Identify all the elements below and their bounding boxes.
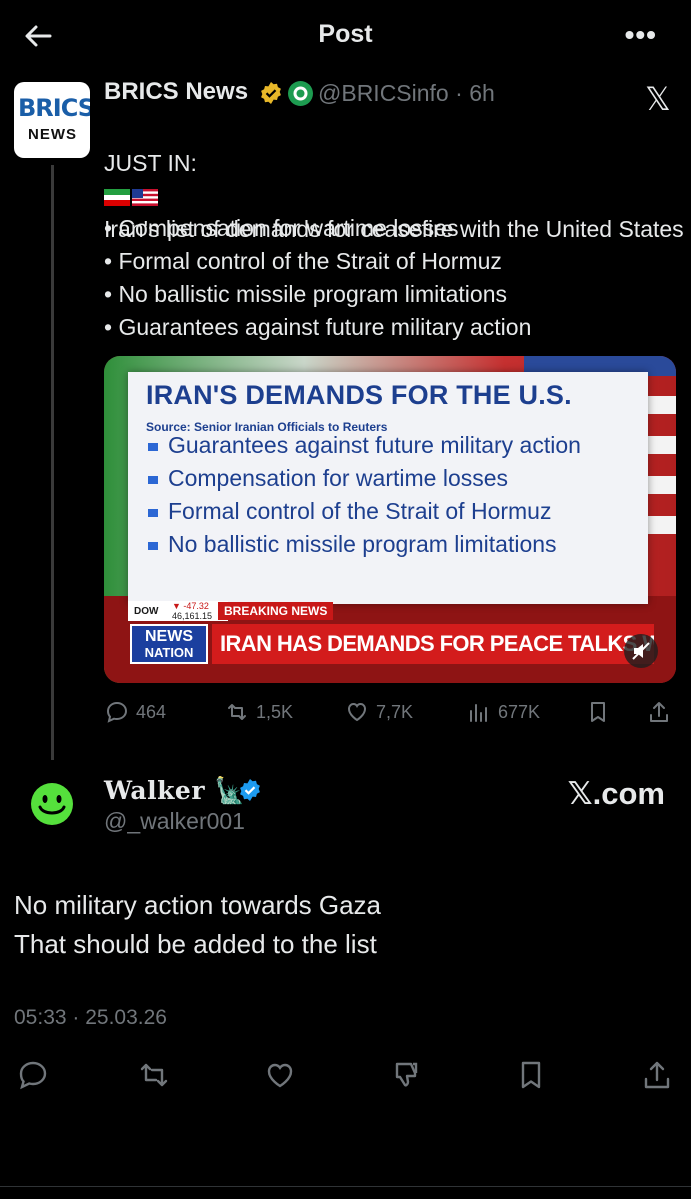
bullet-list: • Compensation for wartime losses • Form… bbox=[104, 212, 684, 344]
like-icon bbox=[347, 702, 367, 722]
network-line-2: NATION bbox=[144, 645, 194, 660]
reply-author-text: Walker bbox=[104, 776, 205, 805]
repost-button[interactable] bbox=[137, 1058, 171, 1092]
divider bbox=[0, 1186, 691, 1187]
card-list-item: Compensation for wartime losses bbox=[146, 465, 646, 491]
bullet-item: • Guarantees against future military act… bbox=[104, 314, 532, 340]
ticker-label: DOW bbox=[134, 606, 159, 617]
more-options-button[interactable]: ••• bbox=[625, 21, 657, 49]
breaking-news-label: BREAKING NEWS bbox=[218, 602, 334, 620]
share-icon bbox=[644, 1061, 670, 1089]
network-line-1: NEWS bbox=[145, 628, 193, 645]
smiley-avatar[interactable] bbox=[30, 782, 74, 826]
us-flag-icon bbox=[132, 189, 158, 207]
bullet-item: • Compensation for wartime losses bbox=[104, 215, 459, 241]
card-list: Guarantees against future military actio… bbox=[146, 432, 646, 564]
quoted-handle[interactable]: @BRICSinfo bbox=[318, 80, 449, 106]
verified-blue-icon bbox=[240, 779, 260, 801]
card-list-item: No ballistic missile program limitations bbox=[146, 531, 646, 557]
repost-action[interactable]: 1,5K bbox=[224, 698, 293, 726]
stock-ticker: DOW ▼ -47.32 46,161.15 bbox=[128, 601, 228, 621]
share-button[interactable] bbox=[640, 1058, 674, 1092]
avatar-logo-top: BRICS bbox=[18, 94, 90, 122]
repost-count: 1,5K bbox=[256, 701, 294, 722]
views-icon bbox=[470, 704, 487, 722]
quoted-time[interactable]: 6h bbox=[469, 80, 495, 106]
news-nation-logo: NEWS NATION bbox=[130, 624, 208, 664]
reply-timestamp[interactable]: 05:33 · 25.03.26 bbox=[14, 1006, 167, 1030]
reply-button[interactable] bbox=[16, 1058, 50, 1092]
views-count: 677K bbox=[498, 701, 541, 722]
reply-handle[interactable]: @_walker001 bbox=[104, 808, 245, 835]
ticker-change: ▼ -47.32 bbox=[172, 601, 209, 611]
dislike-icon bbox=[395, 1062, 418, 1087]
more-icon: ••• bbox=[624, 19, 657, 50]
bookmark-action[interactable] bbox=[585, 698, 611, 726]
reply-icon bbox=[106, 701, 128, 723]
repost-icon bbox=[228, 704, 246, 720]
news-banner: IRAN HAS DEMANDS FOR PEACE TALKS WITH U.… bbox=[212, 624, 654, 664]
mute-icon bbox=[632, 642, 650, 660]
bullet-item: • Formal control of the Strait of Hormuz bbox=[104, 248, 502, 274]
repost-icon bbox=[140, 1063, 168, 1087]
avatar-logo-bottom: NEWS bbox=[28, 126, 77, 143]
views-action[interactable]: 677K bbox=[466, 698, 540, 726]
card-list-item: Formal control of the Strait of Hormuz bbox=[146, 498, 646, 524]
demands-card: IRAN'S DEMANDS FOR THE U.S. Source: Seni… bbox=[128, 372, 648, 604]
quoted-author-name[interactable]: BRICS News bbox=[104, 78, 248, 106]
separator-dot: · bbox=[455, 80, 463, 106]
reply-action[interactable]: 464 bbox=[104, 698, 166, 726]
card-title: IRAN'S DEMANDS FOR THE U.S. bbox=[146, 380, 572, 410]
mute-button[interactable] bbox=[624, 634, 658, 668]
text-prefix: JUST IN: bbox=[104, 150, 197, 176]
brics-avatar[interactable]: BRICS NEWS bbox=[14, 82, 90, 158]
bookmark-icon bbox=[591, 702, 605, 722]
verified-gold-icon bbox=[261, 82, 281, 104]
bullet-item: • No ballistic missile program limitatio… bbox=[104, 281, 507, 307]
reply-count: 464 bbox=[136, 701, 167, 722]
thread-line bbox=[51, 165, 54, 760]
page-title: Post bbox=[318, 20, 373, 48]
affiliate-icon[interactable] bbox=[288, 81, 313, 106]
iran-flag-icon bbox=[104, 189, 130, 207]
reply-text: No military action towards Gaza That sho… bbox=[14, 890, 382, 959]
like-action[interactable]: 7,7K bbox=[344, 698, 413, 726]
like-button[interactable] bbox=[263, 1058, 297, 1092]
quoted-handle-time[interactable]: @BRICSinfo · 6h bbox=[318, 80, 495, 107]
share-icon bbox=[650, 702, 668, 722]
x-com-watermark: 𝕏.com bbox=[567, 776, 665, 811]
post-action-bar bbox=[0, 1058, 691, 1092]
bookmark-button[interactable] bbox=[514, 1058, 548, 1092]
media-video[interactable]: IRAN'S DEMANDS FOR THE U.S. Source: Seni… bbox=[104, 356, 676, 683]
x-logo-icon: 𝕏 bbox=[645, 81, 671, 117]
ticker-value: 46,161.15 bbox=[172, 611, 213, 621]
like-icon bbox=[267, 1063, 293, 1088]
reply-icon bbox=[19, 1061, 47, 1090]
like-count: 7,7K bbox=[376, 701, 414, 722]
reply-author-name[interactable]: Walker 🗽 bbox=[104, 776, 246, 806]
card-list-item: Guarantees against future military actio… bbox=[146, 432, 646, 458]
dislike-button[interactable] bbox=[389, 1058, 423, 1092]
bookmark-icon bbox=[521, 1061, 541, 1089]
share-action[interactable] bbox=[646, 698, 672, 726]
